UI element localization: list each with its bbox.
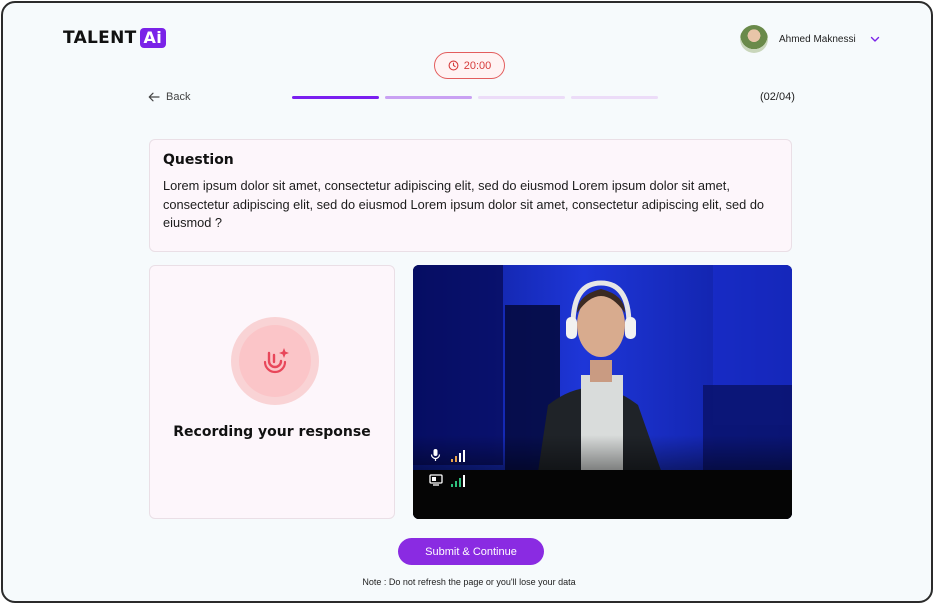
avatar — [740, 25, 768, 53]
refresh-warning-note: Note : Do not refresh the page or you'll… — [362, 577, 576, 587]
submit-continue-button[interactable]: Submit & Continue — [398, 538, 544, 565]
user-name: Ahmed Maknessi — [779, 33, 856, 45]
arrow-left-icon — [148, 92, 160, 102]
timer-badge: 20:00 — [434, 52, 505, 79]
recording-panel: Recording your response — [149, 265, 395, 519]
talent-ai-logo[interactable]: TALENT Ai — [63, 28, 166, 48]
recording-label: Recording your response — [173, 424, 371, 440]
app-window: TALENT Ai Ahmed Maknessi 20:00 Back (02/… — [1, 1, 933, 603]
mic-indicator — [231, 317, 319, 405]
progress-step-4 — [571, 96, 658, 99]
chevron-down-icon[interactable] — [869, 33, 881, 45]
webcam-image — [413, 265, 792, 519]
connection-level-bars — [451, 475, 465, 487]
timer-value: 20:00 — [463, 59, 492, 72]
progress-step-1 — [292, 96, 379, 99]
microphone-icon — [430, 449, 441, 461]
webcam-feed — [413, 265, 792, 519]
user-menu[interactable]: Ahmed Maknessi — [740, 25, 881, 53]
mic-level-bars — [451, 450, 465, 462]
logo-ai-badge: Ai — [139, 28, 166, 48]
progress-step-2 — [385, 96, 472, 99]
logo-text: TALENT — [63, 28, 137, 48]
clock-icon — [448, 60, 459, 71]
question-text: Lorem ipsum dolor sit amet, consectetur … — [163, 178, 765, 230]
question-title: Question — [163, 152, 234, 168]
question-card: Question Lorem ipsum dolor sit amet, con… — [149, 139, 792, 252]
back-label: Back — [166, 91, 191, 103]
mic-sparkle-icon — [263, 348, 289, 374]
question-counter: (02/04) — [760, 91, 795, 103]
screen-share-icon — [429, 474, 443, 486]
progress-step-3 — [478, 96, 565, 99]
back-button[interactable]: Back — [148, 91, 190, 103]
